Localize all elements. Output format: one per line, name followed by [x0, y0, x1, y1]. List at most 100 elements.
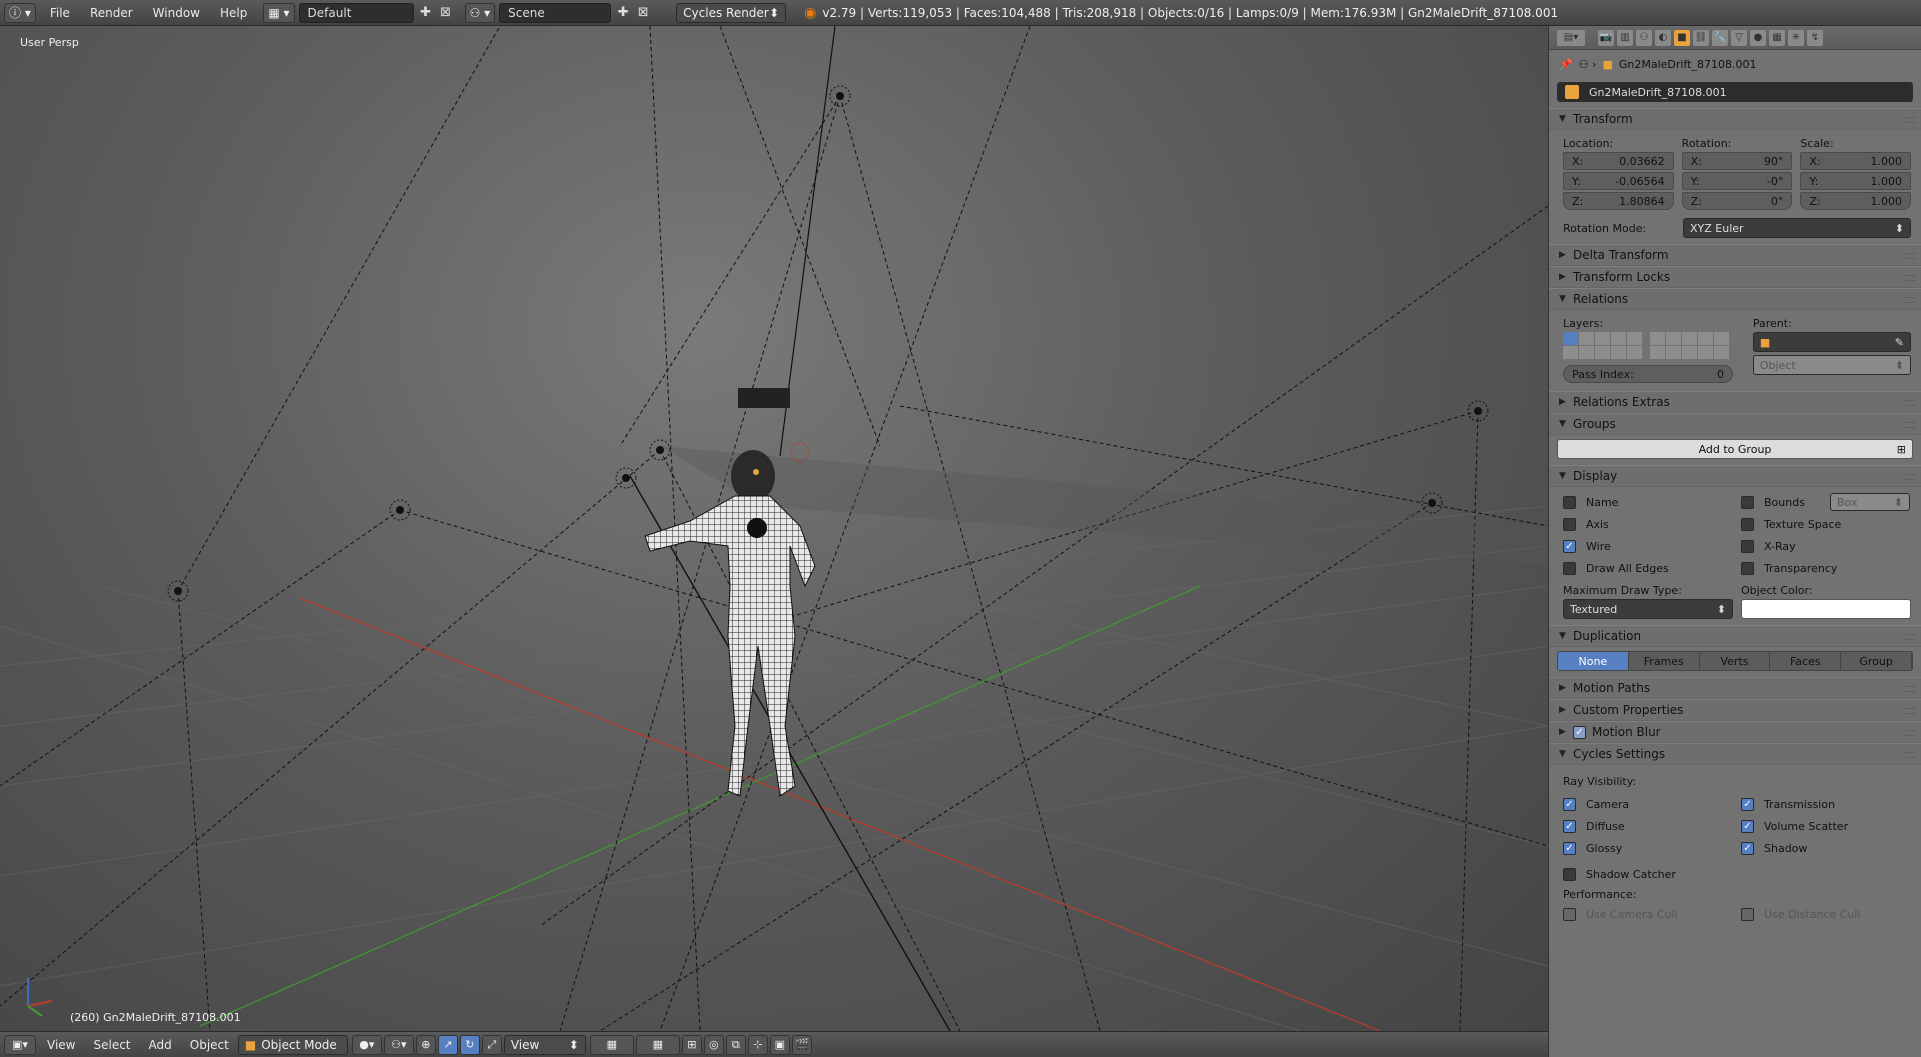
constraints-tab-icon[interactable]: ⛓	[1693, 29, 1709, 46]
name-checkbox[interactable]: Name	[1563, 491, 1733, 513]
texture-space-checkbox[interactable]: Texture Space	[1741, 513, 1911, 535]
rotation-y-field[interactable]: Y: -0°	[1681, 172, 1793, 190]
lock-layers-icon[interactable]: ⊞	[681, 1034, 702, 1055]
panel-motion-blur-header[interactable]: ▶ ✓ Motion Blur	[1549, 721, 1921, 743]
parent-field[interactable]: ■ ✎	[1752, 332, 1911, 352]
max-draw-type-dropdown[interactable]: Textured ⬍	[1563, 599, 1733, 619]
proportional-edit-icon[interactable]: ◎	[703, 1034, 724, 1055]
panel-transform-locks-header[interactable]: ▶ Transform Locks	[1549, 266, 1921, 288]
material-tab-icon[interactable]: ●	[1750, 29, 1766, 46]
render-tab-icon[interactable]: 📷	[1598, 29, 1614, 46]
scene-tab-icon[interactable]: ⚇	[1636, 29, 1652, 46]
object-color-swatch[interactable]	[1741, 599, 1911, 619]
render-engine-dropdown[interactable]: Cycles Render ⬍	[676, 2, 787, 23]
texture-tab-icon[interactable]: ▦	[1769, 29, 1785, 46]
glossy-ray-checkbox[interactable]: ✓ Glossy	[1563, 837, 1733, 859]
mode-dropdown[interactable]: ■ Object Mode	[237, 1034, 348, 1055]
duplication-group[interactable]: Group	[1841, 652, 1912, 670]
particles-tab-icon[interactable]: ✳	[1788, 29, 1804, 46]
add-layout-icon[interactable]: ✚	[417, 4, 435, 22]
xray-checkbox[interactable]: X-Ray	[1741, 535, 1911, 557]
remove-layout-icon[interactable]: ⊠	[437, 4, 455, 22]
3d-viewport[interactable]: User Persp (260) Gn2MaleDrift_87108.001	[0, 26, 1548, 1031]
panel-custom-properties-header[interactable]: ▶ Custom Properties	[1549, 699, 1921, 721]
scale-x-field[interactable]: X: 1.000	[1800, 152, 1912, 170]
rotate-manipulator-icon[interactable]: ↻	[459, 1034, 480, 1055]
pivot-point-icon[interactable]: ⚇▾	[383, 1034, 414, 1055]
scene-layers-2-icon[interactable]: ▦	[635, 1034, 680, 1055]
panel-relations-extras-header[interactable]: ▶ Relations Extras	[1549, 391, 1921, 413]
duplication-frames[interactable]: Frames	[1628, 652, 1700, 670]
3d-cursor[interactable]	[790, 442, 810, 462]
panel-groups-header[interactable]: ▼ Groups	[1549, 413, 1921, 435]
screen-layout-field[interactable]: Default	[298, 2, 414, 23]
panel-grip-icon[interactable]	[1905, 474, 1915, 480]
panel-grip-icon[interactable]	[1905, 297, 1915, 303]
menu-file[interactable]: File	[40, 6, 80, 20]
panel-grip-icon[interactable]	[1905, 708, 1915, 714]
transmission-ray-checkbox[interactable]: ✓ Transmission	[1741, 793, 1911, 815]
panel-cycles-settings-header[interactable]: ▼ Cycles Settings	[1549, 743, 1921, 765]
scale-z-field[interactable]: Z: 1.000	[1800, 192, 1912, 210]
scene-field[interactable]: Scene	[499, 2, 612, 23]
panel-display-header[interactable]: ▼ Display	[1549, 465, 1921, 487]
diffuse-ray-checkbox[interactable]: ✓ Diffuse	[1563, 815, 1733, 837]
panel-motion-paths-header[interactable]: ▶ Motion Paths	[1549, 677, 1921, 699]
scale-manipulator-icon[interactable]: ⤢	[481, 1034, 502, 1055]
pin-icon[interactable]: 📌	[1559, 58, 1573, 71]
panel-grip-icon[interactable]	[1905, 400, 1915, 406]
panel-grip-icon[interactable]	[1905, 686, 1915, 692]
location-x-field[interactable]: X: 0.03662	[1563, 152, 1674, 170]
location-y-field[interactable]: Y: -0.06564	[1563, 172, 1674, 190]
wire-checkbox[interactable]: ✓ Wire	[1563, 535, 1733, 557]
volume-scatter-ray-checkbox[interactable]: ✓ Volume Scatter	[1741, 815, 1911, 837]
panel-grip-icon[interactable]	[1905, 730, 1915, 736]
axis-checkbox[interactable]: Axis	[1563, 513, 1733, 535]
render-layers-tab-icon[interactable]: ▥	[1617, 29, 1633, 46]
menu-object[interactable]: Object	[181, 1038, 238, 1052]
duplication-faces[interactable]: Faces	[1770, 652, 1842, 670]
editor-type-icon[interactable]: ▤▾	[1557, 29, 1585, 46]
duplication-verts[interactable]: Verts	[1699, 652, 1771, 670]
remove-scene-icon[interactable]: ⊠	[634, 4, 652, 22]
location-z-field[interactable]: Z: 1.80864	[1563, 192, 1674, 210]
panel-grip-icon[interactable]	[1905, 752, 1915, 758]
pass-index-field[interactable]: Pass Index: 0	[1563, 365, 1733, 383]
panel-transform-header[interactable]: ▼ Transform	[1549, 108, 1921, 130]
use-camera-cull-checkbox[interactable]: Use Camera Cull	[1563, 903, 1733, 925]
eyedropper-icon[interactable]: ✎	[1895, 336, 1904, 349]
manipulator-toggle-icon[interactable]: ⊕	[415, 1034, 436, 1055]
layers-selector[interactable]	[1563, 332, 1745, 359]
transform-orientation-dropdown[interactable]: View ⬍	[503, 1034, 586, 1055]
rotation-z-field[interactable]: Z: 0°	[1681, 192, 1793, 210]
scene-icon[interactable]: ⚇ ▾	[464, 2, 496, 23]
rotation-x-field[interactable]: X: 90°	[1681, 152, 1793, 170]
panel-grip-icon[interactable]	[1905, 253, 1915, 259]
panel-grip-icon[interactable]	[1905, 117, 1915, 123]
camera-ray-checkbox[interactable]: ✓ Camera	[1563, 793, 1733, 815]
panel-grip-icon[interactable]	[1905, 275, 1915, 281]
add-to-group-button[interactable]: Add to Group ⊞	[1557, 439, 1913, 459]
opengl-anim-icon[interactable]: 🎬	[791, 1034, 812, 1055]
menu-select[interactable]: Select	[84, 1038, 139, 1052]
parent-type-dropdown[interactable]: Object ⬍	[1752, 355, 1911, 375]
add-scene-icon[interactable]: ✚	[614, 4, 632, 22]
physics-tab-icon[interactable]: ↯	[1807, 29, 1823, 46]
shadow-ray-checkbox[interactable]: ✓ Shadow	[1741, 837, 1911, 859]
data-tab-icon[interactable]: ▽	[1731, 29, 1747, 46]
menu-window[interactable]: Window	[143, 6, 210, 20]
world-tab-icon[interactable]: ◐	[1655, 29, 1671, 46]
duplication-none[interactable]: None	[1558, 652, 1629, 670]
opengl-render-icon[interactable]: ▣	[769, 1034, 790, 1055]
transparency-checkbox[interactable]: Transparency	[1741, 557, 1911, 579]
modifiers-tab-icon[interactable]: 🔧	[1712, 29, 1728, 46]
use-distance-cull-checkbox[interactable]: Use Distance Cull	[1741, 903, 1911, 925]
motion-blur-checkbox[interactable]: ✓	[1573, 725, 1592, 739]
menu-view[interactable]: View	[38, 1038, 84, 1052]
panel-grip-icon[interactable]	[1905, 422, 1915, 428]
object-name-field[interactable]: Gn2MaleDrift_87108.001	[1557, 82, 1913, 102]
snap-icon[interactable]: ⧉	[725, 1034, 746, 1055]
translate-manipulator-icon[interactable]: ↗	[437, 1034, 458, 1055]
scale-y-field[interactable]: Y: 1.000	[1800, 172, 1912, 190]
object-tab-icon[interactable]: ■	[1674, 29, 1690, 46]
